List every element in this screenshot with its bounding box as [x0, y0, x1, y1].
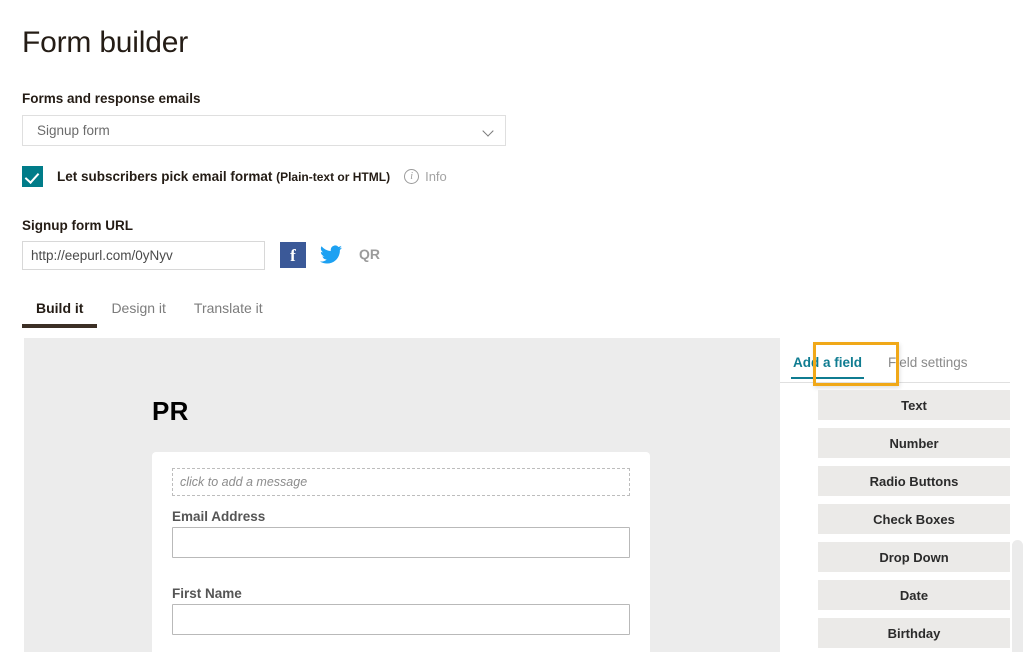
forms-select-value: Signup form	[37, 123, 110, 138]
form-preview-card: click to add a message Email Address Fir…	[152, 452, 650, 652]
form-builder-page: Form builder Forms and response emails S…	[0, 0, 1024, 652]
twitter-share-button[interactable]	[317, 241, 345, 269]
field-type-date[interactable]: Date	[818, 580, 1010, 610]
tab-translate-it[interactable]: Translate it	[180, 300, 277, 328]
email-format-checkbox[interactable]	[22, 166, 43, 187]
signup-url-input[interactable]	[22, 241, 265, 270]
form-field-input-email[interactable]	[172, 527, 630, 558]
builder-tabs: Build it Design it Translate it	[22, 300, 277, 328]
field-type-check-boxes[interactable]: Check Boxes	[818, 504, 1010, 534]
info-tooltip-trigger[interactable]: i Info	[404, 169, 447, 184]
field-type-drop-down[interactable]: Drop Down	[818, 542, 1010, 572]
facebook-share-button[interactable]: f	[280, 242, 306, 268]
builder-area: PR click to add a message Email Address …	[24, 338, 1024, 652]
twitter-icon	[320, 245, 342, 264]
form-preview-pane: PR click to add a message Email Address …	[24, 338, 780, 652]
panel-tab-add-a-field[interactable]: Add a field	[780, 347, 875, 380]
page-scrollbar-track[interactable]	[1010, 268, 1024, 652]
tab-build-it[interactable]: Build it	[22, 300, 98, 328]
form-field-input-first-name[interactable]	[172, 604, 630, 635]
panel-tab-field-settings[interactable]: Field settings	[875, 347, 981, 380]
form-message-placeholder[interactable]: click to add a message	[172, 468, 630, 496]
field-type-number[interactable]: Number	[818, 428, 1010, 458]
email-format-row: Let subscribers pick email format (Plain…	[22, 166, 447, 187]
field-type-list: Text Number Radio Buttons Check Boxes Dr…	[818, 390, 1010, 652]
tab-design-it[interactable]: Design it	[97, 300, 179, 328]
forms-section-label: Forms and response emails	[22, 91, 201, 106]
field-panel: Add a field Field settings Text Number R…	[780, 338, 1024, 652]
forms-select[interactable]: Signup form	[22, 115, 506, 146]
page-scrollbar-thumb[interactable]	[1012, 540, 1023, 652]
field-type-radio-buttons[interactable]: Radio Buttons	[818, 466, 1010, 496]
field-type-text[interactable]: Text	[818, 390, 1010, 420]
chevron-down-icon	[483, 125, 495, 137]
form-field-label-first-name: First Name	[172, 586, 242, 601]
info-label: Info	[425, 169, 447, 184]
email-format-label: Let subscribers pick email format (Plain…	[57, 169, 391, 184]
facebook-icon: f	[290, 245, 296, 265]
qr-code-button[interactable]: QR	[359, 246, 380, 262]
page-title: Form builder	[22, 26, 188, 59]
panel-tabs: Add a field Field settings	[780, 347, 1010, 383]
form-preview-title: PR	[152, 396, 189, 426]
field-type-birthday[interactable]: Birthday	[818, 618, 1010, 648]
info-icon: i	[404, 169, 420, 184]
form-field-label-email: Email Address	[172, 509, 266, 524]
signup-url-label: Signup form URL	[22, 218, 133, 233]
